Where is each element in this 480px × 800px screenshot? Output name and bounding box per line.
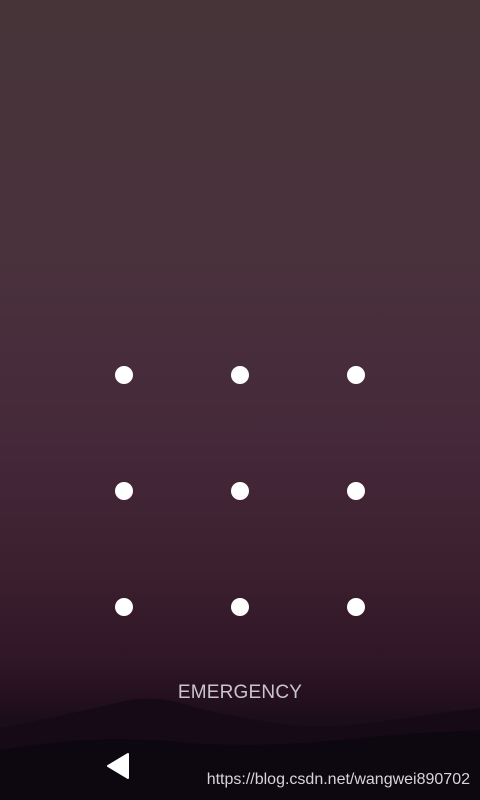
back-button[interactable] bbox=[96, 746, 140, 786]
pattern-dot-r2-c3[interactable] bbox=[332, 467, 380, 515]
pattern-dot-icon bbox=[231, 366, 249, 384]
pattern-dot-r1-c1[interactable] bbox=[100, 351, 148, 399]
pattern-dot-icon bbox=[231, 482, 249, 500]
pattern-dot-icon bbox=[347, 482, 365, 500]
pattern-dot-r3-c2[interactable] bbox=[216, 583, 264, 631]
emergency-call-button[interactable]: EMERGENCY bbox=[140, 678, 340, 708]
pattern-dot-icon bbox=[347, 598, 365, 616]
pattern-dot-icon bbox=[115, 366, 133, 384]
pattern-dot-r1-c2[interactable] bbox=[216, 351, 264, 399]
pattern-dot-r2-c1[interactable] bbox=[100, 467, 148, 515]
pattern-dot-icon bbox=[115, 598, 133, 616]
pattern-dot-icon bbox=[231, 598, 249, 616]
pattern-dot-r3-c3[interactable] bbox=[332, 583, 380, 631]
unlock-pattern-grid[interactable] bbox=[66, 317, 414, 665]
pattern-dot-r2-c2[interactable] bbox=[216, 467, 264, 515]
watermark-url: https://blog.csdn.net/wangwei890702 bbox=[206, 771, 470, 788]
back-triangle-icon bbox=[107, 753, 129, 779]
pattern-dot-icon bbox=[115, 482, 133, 500]
pattern-dot-r1-c3[interactable] bbox=[332, 351, 380, 399]
pattern-dot-r3-c1[interactable] bbox=[100, 583, 148, 631]
pattern-dot-icon bbox=[347, 366, 365, 384]
